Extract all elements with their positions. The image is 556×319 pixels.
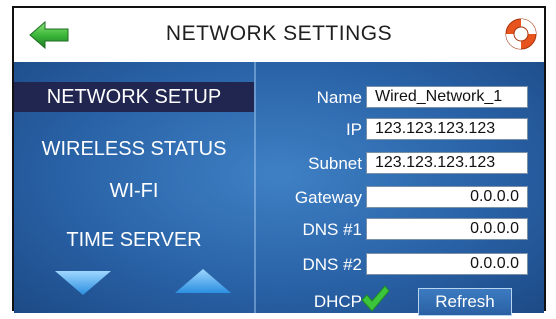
ip-field[interactable]: 123.123.123.123 bbox=[366, 118, 528, 140]
dhcp-checkbox[interactable] bbox=[360, 284, 390, 314]
refresh-button[interactable]: Refresh bbox=[418, 288, 512, 316]
name-label: Name bbox=[316, 88, 362, 107]
dns2-field[interactable]: 0.0.0.0 bbox=[366, 253, 528, 275]
dns2-row: DNS #2 0.0.0.0 bbox=[256, 253, 544, 277]
gateway-row: Gateway 0.0.0.0 bbox=[256, 186, 544, 210]
subnet-field[interactable]: 123.123.123.123 bbox=[366, 152, 528, 174]
help-button[interactable] bbox=[504, 17, 538, 51]
lifebuoy-help-icon bbox=[505, 18, 537, 50]
network-form: Name Wired_Network_1 IP 123.123.123.123 … bbox=[256, 62, 544, 316]
triangle-down-icon bbox=[55, 271, 111, 295]
page-title: NETWORK SETTINGS bbox=[165, 22, 393, 45]
sidebar: NETWORK SETUP WIRELESS STATUS WI-FI TIME… bbox=[14, 62, 256, 313]
gateway-field[interactable]: 0.0.0.0 bbox=[366, 186, 528, 208]
dns1-row: DNS #1 0.0.0.0 bbox=[256, 218, 544, 242]
dns2-label: DNS #2 bbox=[302, 255, 362, 274]
name-field[interactable]: Wired_Network_1 bbox=[366, 86, 528, 108]
sidebar-item-wireless-status[interactable]: WIRELESS STATUS bbox=[14, 134, 254, 164]
sidebar-item-wi-fi[interactable]: WI-FI bbox=[14, 176, 254, 206]
header-bar: NETWORK SETTINGS bbox=[14, 8, 544, 62]
checkmark-icon bbox=[361, 285, 390, 312]
dhcp-label: DHCP bbox=[313, 292, 362, 311]
ip-label: IP bbox=[345, 120, 362, 139]
ip-row: IP 123.123.123.123 bbox=[256, 118, 544, 142]
content-panel: NETWORK SETUP WIRELESS STATUS WI-FI TIME… bbox=[14, 62, 544, 316]
scroll-down-button[interactable] bbox=[54, 270, 112, 296]
name-row: Name Wired_Network_1 bbox=[256, 86, 544, 110]
dns1-label: DNS #1 bbox=[302, 220, 362, 239]
sidebar-item-network-setup[interactable]: NETWORK SETUP bbox=[14, 82, 254, 112]
dns1-field[interactable]: 0.0.0.0 bbox=[366, 218, 528, 240]
gateway-label: Gateway bbox=[294, 188, 362, 207]
app-window: NETWORK SETTINGS NETWORK SETUP WIRELESS … bbox=[12, 6, 546, 316]
subnet-row: Subnet 123.123.123.123 bbox=[256, 152, 544, 176]
scroll-up-button[interactable] bbox=[174, 268, 232, 294]
subnet-label: Subnet bbox=[308, 154, 362, 173]
sidebar-item-time-server[interactable]: TIME SERVER bbox=[14, 225, 254, 255]
triangle-up-icon bbox=[175, 269, 231, 293]
dhcp-row: DHCP Refresh bbox=[256, 285, 544, 316]
